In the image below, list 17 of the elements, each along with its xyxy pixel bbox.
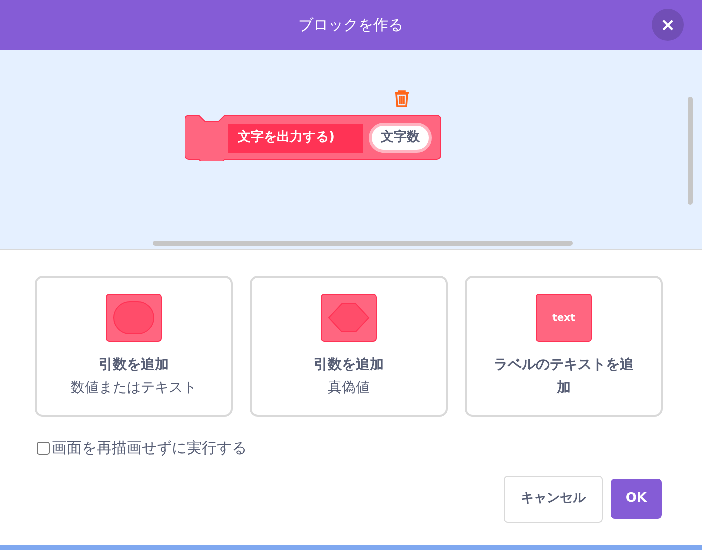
horizontal-scrollbar[interactable]	[153, 241, 573, 246]
cancel-button[interactable]: キャンセル	[504, 476, 603, 522]
option-card[interactable]: 引数を追加 数値またはテキスト	[35, 276, 233, 417]
vertical-scrollbar[interactable]	[688, 97, 693, 205]
hexagon-input-icon	[321, 294, 377, 342]
checkbox-label: 画面を再描画せずに実行する	[52, 438, 247, 459]
checkbox[interactable]	[37, 442, 50, 455]
ok-button[interactable]: OK	[610, 479, 662, 519]
oval-input-icon	[106, 294, 162, 342]
block-label-field[interactable]: 文字を出力する)	[228, 124, 363, 152]
dialog-title: ブロックを作る	[298, 14, 404, 36]
trash-icon[interactable]	[394, 90, 410, 108]
argument-slot[interactable]: 文字数	[369, 123, 432, 153]
close-button[interactable]: ×	[652, 9, 684, 41]
option-card[interactable]: text ラベルのテキストを追加	[465, 276, 663, 417]
option-card[interactable]: 引数を追加 真偽値	[250, 276, 448, 417]
label-icon: text	[536, 294, 592, 342]
